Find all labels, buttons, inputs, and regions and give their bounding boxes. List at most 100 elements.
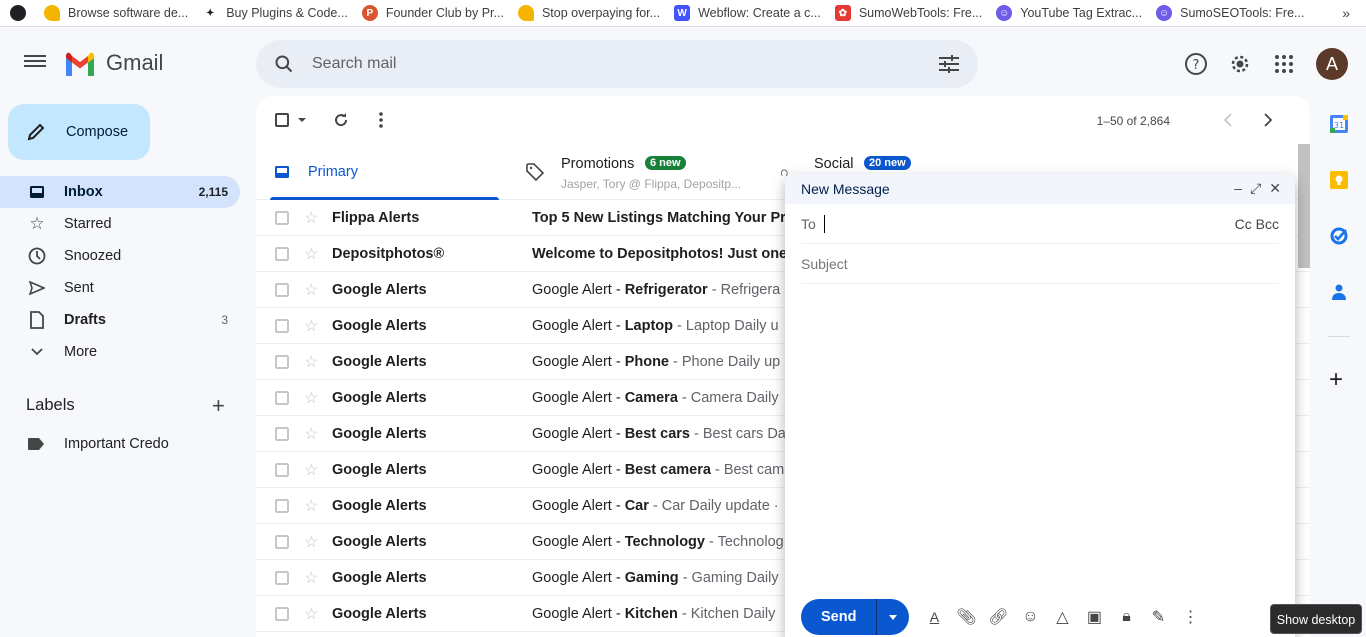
bookmark-6[interactable]: ☺ YouTube Tag Extrac... [996, 5, 1142, 21]
row-checkbox[interactable] [275, 390, 289, 405]
main-menu-icon[interactable] [24, 52, 46, 70]
bookmark-2[interactable]: P Founder Club by Pr... [361, 5, 504, 21]
schedule-send-dropdown[interactable] [877, 599, 909, 635]
star-icon[interactable]: ☆ [304, 496, 318, 516]
select-dropdown-icon[interactable] [298, 118, 306, 122]
select-all-checkbox[interactable] [275, 113, 289, 127]
search-options-icon[interactable] [938, 54, 960, 74]
settings-gear-icon[interactable] [1228, 52, 1252, 76]
send-button[interactable]: Send [801, 599, 878, 635]
sidebar-nav: Inbox 2,115 ☆ Starred Snoozed Sent Draft… [0, 176, 240, 368]
list-toolbar: 1–50 of 2,864 [256, 96, 1310, 144]
more-options-icon[interactable] [379, 112, 383, 128]
signature-icon[interactable]: ✎ [1149, 608, 1167, 626]
help-icon[interactable]: ? [1184, 52, 1208, 76]
google-tasks-icon[interactable] [1329, 226, 1349, 246]
bookmark-3[interactable]: Stop overpaying for... [517, 5, 660, 21]
star-icon[interactable]: ☆ [304, 604, 318, 624]
tab-primary[interactable]: Primary [256, 148, 499, 200]
insert-photo-icon[interactable]: ▣ [1085, 608, 1103, 626]
row-checkbox[interactable] [275, 534, 289, 549]
row-checkbox[interactable] [275, 606, 289, 621]
star-icon[interactable]: ☆ [304, 388, 318, 408]
emoji-icon[interactable]: ☺ [1021, 608, 1039, 626]
refresh-icon[interactable] [333, 112, 349, 128]
prev-page-icon[interactable] [1224, 113, 1232, 127]
google-apps-icon[interactable] [1272, 52, 1296, 76]
globe-icon[interactable] [10, 5, 26, 21]
to-input[interactable] [824, 215, 1279, 232]
email-snippet: - Phone Daily up [669, 353, 781, 370]
row-checkbox[interactable] [275, 354, 289, 369]
google-calendar-icon[interactable]: 31 [1329, 114, 1349, 134]
bookmark-0[interactable]: Browse software de... [44, 5, 188, 21]
google-drive-icon[interactable]: △ [1053, 608, 1071, 626]
row-checkbox[interactable] [275, 498, 289, 513]
star-icon[interactable]: ☆ [304, 352, 318, 372]
cc-bcc-toggle[interactable]: Cc Bcc [1235, 216, 1279, 232]
row-checkbox[interactable] [275, 426, 289, 441]
google-keep-icon[interactable] [1329, 170, 1349, 190]
search-input[interactable] [312, 40, 912, 88]
star-icon[interactable]: ☆ [304, 316, 318, 336]
account-avatar[interactable]: A [1316, 48, 1348, 80]
app-name: Gmail [106, 50, 164, 75]
bookmark-7[interactable]: ☺ SumoSEOTools: Fre... [1156, 5, 1304, 21]
email-snippet: - Best cars Da [689, 425, 786, 442]
star-icon[interactable]: ☆ [304, 532, 318, 552]
row-checkbox[interactable] [275, 462, 289, 477]
subject-input[interactable] [801, 255, 1279, 272]
confidential-mode-icon[interactable]: 🔒︎ [1117, 608, 1135, 626]
sidebar-item-snoozed[interactable]: Snoozed [0, 240, 240, 272]
insert-link-icon[interactable]: 🔗︎ [988, 608, 1008, 626]
email-subject: Google Alert - Phone - Phone Daily up [532, 353, 781, 370]
google-contacts-icon[interactable] [1329, 282, 1349, 302]
star-icon[interactable]: ☆ [304, 424, 318, 444]
search-bar[interactable] [256, 40, 978, 88]
sidebar-item-starred[interactable]: ☆ Starred [0, 208, 240, 240]
tab-promotions[interactable]: Promotions 6 new Jasper, Tory @ Flippa, … [524, 148, 769, 200]
get-addons-button[interactable]: + [1329, 368, 1343, 392]
star-icon[interactable]: ☆ [304, 244, 318, 264]
sidebar-item-drafts[interactable]: Drafts 3 [0, 304, 240, 336]
bookmark-5[interactable]: ✿ SumoWebTools: Fre... [834, 5, 982, 21]
row-checkbox[interactable] [275, 282, 289, 297]
more-options-icon[interactable]: ⋮ [1181, 608, 1199, 626]
subject-field[interactable] [801, 244, 1279, 284]
star-icon[interactable]: ☆ [304, 208, 318, 228]
label-important-credo[interactable]: Important Credo [28, 436, 169, 452]
row-checkbox[interactable] [275, 318, 289, 333]
next-page-icon[interactable] [1264, 113, 1272, 127]
row-checkbox[interactable] [275, 210, 289, 225]
sidebar-item-more[interactable]: More [0, 336, 240, 368]
star-icon[interactable]: ☆ [304, 568, 318, 588]
search-icon[interactable] [274, 54, 294, 74]
rail-divider [1328, 336, 1350, 337]
close-icon[interactable]: ✕ [1269, 180, 1281, 197]
bookmark-4[interactable]: W Webflow: Create a c... [674, 5, 821, 21]
formatting-icon[interactable]: A [925, 608, 943, 626]
email-sender: Google Alerts [332, 461, 427, 478]
email-sender: Depositphotos® [332, 245, 445, 262]
sidebar-item-inbox[interactable]: Inbox 2,115 [0, 176, 240, 208]
row-checkbox[interactable] [275, 570, 289, 585]
mail-list-scrollbar[interactable] [1298, 144, 1310, 268]
row-checkbox[interactable] [275, 246, 289, 261]
drafts-count: 3 [221, 313, 228, 327]
bookmark-1[interactable]: ✦ Buy Plugins & Code... [202, 5, 348, 21]
minimize-icon[interactable]: – [1234, 180, 1242, 197]
add-label-button[interactable]: + [212, 395, 225, 417]
to-field[interactable]: To Cc Bcc [801, 204, 1279, 244]
fullscreen-icon[interactable]: ⤢ [1250, 180, 1261, 197]
star-icon[interactable]: ☆ [304, 280, 318, 300]
gmail-header: Gmail ? A [0, 28, 1366, 100]
star-icon[interactable]: ☆ [304, 460, 318, 480]
compose-button[interactable]: Compose [8, 104, 150, 160]
sidebar-item-sent[interactable]: Sent [0, 272, 240, 304]
compose-header[interactable]: New Message – ⤢ ✕ [785, 174, 1295, 204]
attach-file-icon[interactable]: 📎︎ [956, 608, 976, 626]
sumowebtools-icon: ✿ [834, 5, 851, 21]
bookmarks-more-button[interactable]: » [1342, 5, 1350, 21]
email-sender: Google Alerts [332, 353, 427, 370]
message-body[interactable] [801, 292, 1279, 589]
